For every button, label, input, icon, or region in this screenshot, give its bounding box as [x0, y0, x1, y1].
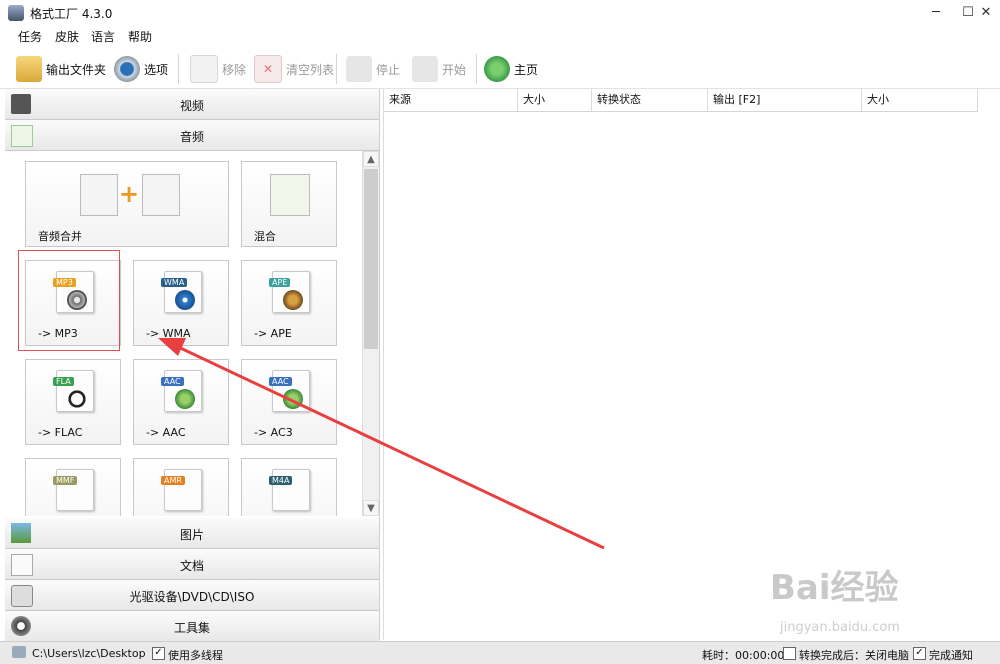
- folder-small-icon: [12, 646, 26, 658]
- output-path: C:\Users\lzc\Desktop: [32, 647, 146, 660]
- elapsed-time: 耗时：00:00:00: [702, 649, 785, 662]
- multithread-label: 使用多线程: [168, 649, 223, 662]
- status-bar: C:\Users\lzc\Desktop ✓ 使用多线程 耗时：00:00:00…: [0, 641, 1000, 664]
- notify-checkbox[interactable]: ✓: [913, 647, 926, 660]
- after-done-checkbox[interactable]: [783, 647, 796, 660]
- after-done-label: 转换完成后：关闭电脑: [799, 649, 909, 662]
- baidu-watermark-url: jingyan.baidu.com: [780, 620, 900, 635]
- baidu-watermark: Bai经验: [770, 568, 899, 608]
- notify-label: 完成通知: [929, 649, 973, 662]
- multithread-checkbox[interactable]: ✓: [152, 647, 165, 660]
